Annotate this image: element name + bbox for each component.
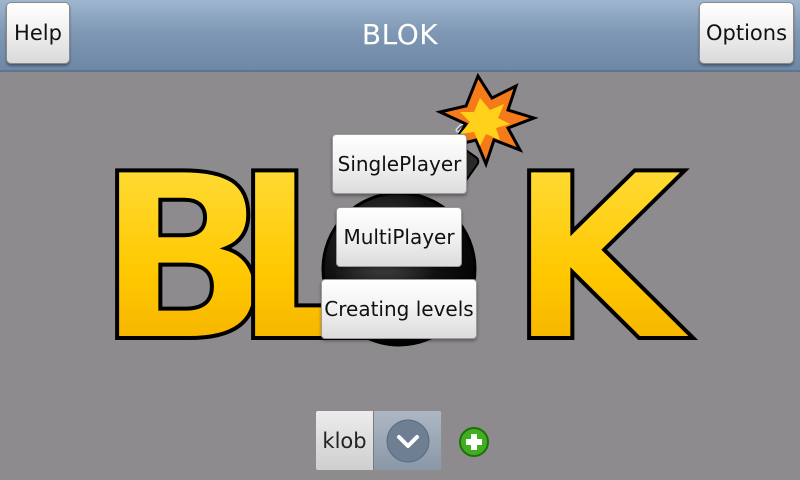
plus-circle-icon: [459, 427, 489, 457]
logo-letter-k: K: [508, 126, 694, 393]
single-player-button[interactable]: SinglePlayer: [332, 134, 467, 194]
creating-levels-button[interactable]: Creating levels: [321, 279, 477, 339]
profile-dropdown-button[interactable]: [374, 411, 441, 470]
profile-select[interactable]: klob: [315, 410, 442, 471]
add-profile-button[interactable]: [458, 426, 490, 458]
profile-select-value: klob: [316, 411, 374, 470]
multi-player-button[interactable]: MultiPlayer: [336, 207, 462, 267]
chevron-down-icon: [386, 419, 430, 462]
